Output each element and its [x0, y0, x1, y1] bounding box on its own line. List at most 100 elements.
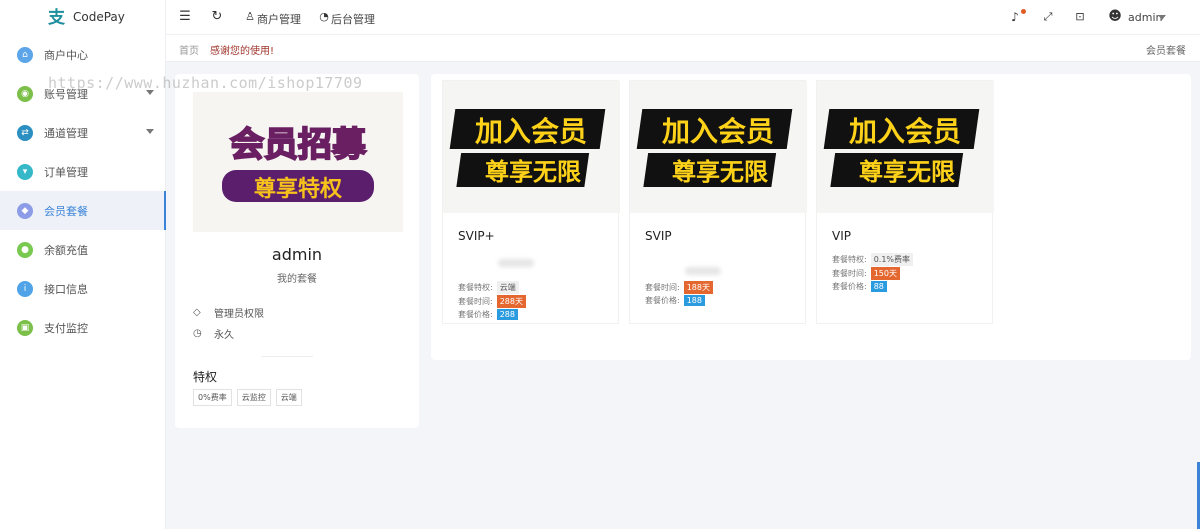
plan-card-vip[interactable]: 加入会员 尊享无限 VIP 套餐特权: 0.1%费率 套餐时间: 150天 套餐… — [816, 80, 994, 324]
diamond-outline-icon: ◇ — [193, 307, 201, 318]
plan-time-badge: 288天 — [496, 295, 526, 308]
blurred-text — [685, 267, 721, 275]
monitor-icon: ▣ — [17, 319, 33, 336]
profile-duration-text: 永久 — [214, 330, 234, 341]
plan-time-row: 套餐时间: 150天 — [832, 267, 900, 280]
plan-banner-line-2: 尊享无限 — [672, 158, 768, 186]
plan-price-row: 套餐价格: 88 — [832, 281, 887, 292]
privilege-tag: 0%费率 — [193, 389, 232, 406]
chevron-down-icon — [146, 129, 154, 134]
plan-feature-row: 套餐特权: 0.1%费率 — [832, 253, 914, 266]
user-outline-icon: ♙ — [245, 10, 255, 23]
plan-banner-graphic: 加入会员 尊享无限 — [449, 109, 606, 187]
plan-banner-image: 加入会员 尊享无限 — [443, 81, 620, 213]
plan-banner-line-2: 尊享无限 — [859, 158, 955, 186]
plan-title: SVIP — [645, 229, 672, 243]
plan-banner-line-1: 加入会员 — [475, 115, 587, 148]
plan-price-label: 套餐价格: — [458, 310, 493, 319]
plan-feature-badge: 0.1%费率 — [870, 253, 914, 266]
plan-time-label: 套餐时间: — [832, 269, 867, 278]
plan-feature-row: 套餐特权: 云端 — [458, 281, 519, 294]
page-title: 会员套餐 — [1146, 46, 1186, 57]
breadcrumb-home[interactable]: 首页 — [179, 42, 199, 57]
sidebar-item-label: 订单管理 — [44, 165, 88, 179]
membership-banner-image: 会员招募 尊享特权 — [193, 92, 403, 232]
chevron-down-icon[interactable] — [1158, 15, 1166, 20]
plan-time-row: 套餐时间: 188天 — [645, 281, 713, 294]
plan-card-svip[interactable]: 加入会员 尊享无限 SVIP 套餐时间: 188天 套餐价格: 188 — [629, 80, 807, 324]
dashboard-icon: ◔ — [319, 10, 329, 23]
privileges-title: 特权 — [193, 370, 218, 384]
home-icon: ⌂ — [17, 46, 33, 63]
app-logo-icon: 支 — [48, 8, 65, 28]
plan-title: VIP — [832, 229, 851, 243]
plan-banner-line-1: 加入会员 — [662, 115, 774, 148]
plan-time-label: 套餐时间: — [458, 297, 493, 306]
breadcrumb: 首页 感谢您的使用! 会员套餐 — [166, 35, 1200, 62]
plan-card-svip-plus[interactable]: 加入会员 尊享无限 SVIP+ 套餐特权: 云端 套餐时间: 288天 套餐价格… — [442, 80, 620, 324]
profile-subtitle: 我的套餐 — [277, 274, 317, 285]
watermark-text: https://www.huzhan.com/ishop17709 — [48, 74, 363, 92]
profile-role: ◇ 管理员权限 — [193, 305, 264, 320]
plan-banner-line-2: 尊享无限 — [485, 158, 581, 186]
sidebar-item-label: 接口信息 — [44, 282, 88, 296]
diamond-icon: ◆ — [17, 202, 33, 219]
breadcrumb-current: 感谢您的使用! — [210, 46, 275, 57]
cart-icon: ▾ — [17, 163, 33, 180]
profile-duration: ◷ 永久 — [193, 326, 234, 341]
plan-feature-badge: 云端 — [496, 281, 519, 294]
channel-icon: ⇄ — [17, 124, 33, 141]
sidebar-item-label: 会员套餐 — [44, 204, 88, 218]
sidebar-item-label: 通道管理 — [44, 126, 88, 140]
avatar[interactable]: ☻ — [1107, 9, 1123, 25]
plan-price-label: 套餐价格: — [645, 296, 680, 305]
plan-time-badge: 188天 — [683, 281, 713, 294]
plan-banner-image: 加入会员 尊享无限 — [630, 81, 807, 213]
lock-icon[interactable]: ⊡ — [1072, 9, 1088, 25]
blurred-text — [498, 259, 534, 267]
banner-line-2: 尊享特权 — [254, 176, 343, 202]
notification-dot — [1021, 9, 1026, 14]
nav-merchant-management[interactable]: 商户管理 — [257, 11, 301, 27]
plan-banner-image: 加入会员 尊享无限 — [817, 81, 994, 213]
plan-time-label: 套餐时间: — [645, 283, 680, 292]
fullscreen-icon[interactable]: ⤢ — [1040, 9, 1056, 25]
plan-feature-label: 套餐特权: — [832, 255, 867, 264]
banner-line-1: 会员招募 — [230, 125, 367, 165]
nav-admin-management[interactable]: 后台管理 — [331, 11, 375, 27]
plan-price-row: 套餐价格: 288 — [458, 309, 518, 320]
plan-time-row: 套餐时间: 288天 — [458, 295, 526, 308]
plan-price-badge: 88 — [870, 281, 887, 292]
plan-title: SVIP+ — [458, 229, 495, 243]
profile-card: 会员招募 尊享特权 admin 我的套餐 ◇ 管理员权限 ◷ 永久 特权 0%费… — [175, 74, 419, 428]
sidebar-item-label: 支付监控 — [44, 321, 88, 335]
plan-feature-label: 套餐特权: — [458, 283, 493, 292]
plan-banner-graphic: 加入会员 尊享无限 — [636, 109, 793, 187]
privilege-tag: 云监控 — [236, 389, 271, 406]
sidebar-item-api-info[interactable]: i 接口信息 — [0, 269, 166, 308]
user-icon: ◉ — [17, 85, 33, 102]
plan-banner-line-1: 加入会员 — [849, 115, 961, 148]
app-name: CodePay — [73, 10, 125, 24]
profile-name: admin — [271, 245, 323, 264]
menu-toggle-icon[interactable]: ☰ — [177, 9, 193, 25]
plan-price-badge: 288 — [496, 309, 518, 320]
top-bar: ☰ ↻ ♙ 商户管理 ◔ 后台管理 ♪ ⤢ ⊡ ☻ admin — [166, 0, 1200, 35]
info-icon: i — [17, 280, 33, 297]
sidebar-item-channel[interactable]: ⇄ 通道管理 — [0, 113, 166, 152]
sidebar-item-recharge[interactable]: ● 余额充值 — [0, 230, 166, 269]
plan-time-badge: 150天 — [870, 267, 900, 280]
profile-role-text: 管理员权限 — [214, 309, 264, 320]
plan-price-label: 套餐价格: — [832, 282, 867, 291]
plan-price-row: 套餐价格: 188 — [645, 295, 705, 306]
recharge-icon: ● — [17, 241, 33, 258]
privilege-tag: 云端 — [275, 389, 302, 406]
divider — [261, 356, 313, 357]
refresh-icon[interactable]: ↻ — [209, 9, 225, 25]
sidebar-item-orders[interactable]: ▾ 订单管理 — [0, 152, 166, 191]
privilege-tags: 0%费率 云监控 云端 — [193, 389, 302, 406]
sidebar-item-merchant-center[interactable]: ⌂ 商户中心 — [0, 35, 166, 74]
sidebar-item-pay-monitor[interactable]: ▣ 支付监控 — [0, 308, 166, 347]
plan-banner-graphic: 加入会员 尊享无限 — [823, 109, 980, 187]
sidebar-item-membership[interactable]: ◆ 会员套餐 — [0, 191, 166, 230]
